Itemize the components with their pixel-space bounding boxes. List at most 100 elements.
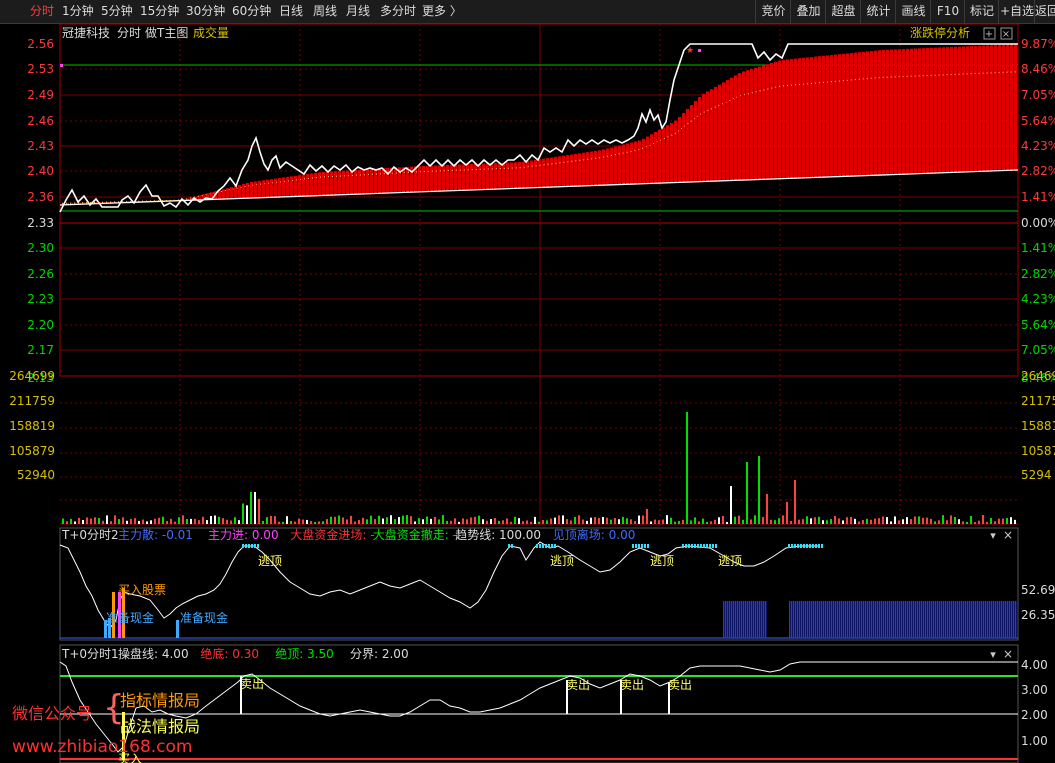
price-bar-105 xyxy=(482,163,485,190)
volume-bar-172 xyxy=(750,519,752,524)
price-bar-172 xyxy=(750,69,753,180)
volume-bar-37 xyxy=(210,515,212,524)
volume-bar-174 xyxy=(758,456,760,524)
panel2-marker-4-715 xyxy=(715,544,717,548)
price-bar-92 xyxy=(430,165,433,192)
volume-bar-210 xyxy=(902,519,904,524)
vol-right-label-1: 21175 xyxy=(1021,394,1055,408)
price-bar-142 xyxy=(630,142,633,185)
price-bar-80 xyxy=(382,168,385,194)
volume-bar-48 xyxy=(254,492,256,524)
vol-left-label-1: 211759 xyxy=(9,394,55,408)
volume-bar-191 xyxy=(826,520,828,524)
price-bar-173 xyxy=(754,67,757,180)
volume-bar-123 xyxy=(554,517,556,524)
panel2-block-b-60 xyxy=(909,601,911,638)
volume-bar-148 xyxy=(654,519,656,524)
price-bar-193 xyxy=(834,54,837,177)
volume-bar-132 xyxy=(590,517,592,524)
panel2-block-b-4 xyxy=(797,601,799,638)
panel2-block-b-25 xyxy=(839,601,841,638)
panel3-legend-2: 绝顶: 3.50 xyxy=(275,646,334,661)
volume-bar-121 xyxy=(546,520,548,524)
volume-bar-57 xyxy=(290,520,292,524)
price-bar-96 xyxy=(446,164,449,191)
volume-bar-202 xyxy=(870,519,872,524)
volume-bar-60 xyxy=(302,519,304,524)
panel2-block-b-56 xyxy=(901,601,903,638)
price-bar-125 xyxy=(562,155,565,187)
volume-bar-161 xyxy=(706,521,708,524)
panel2-block-b-44 xyxy=(877,601,879,638)
volume-bar-93 xyxy=(434,516,436,524)
price-bar-146 xyxy=(646,136,649,184)
volume-bar-118 xyxy=(534,516,536,524)
volume-bar-155 xyxy=(682,519,684,524)
price-bar-151 xyxy=(666,125,669,183)
price-bar-145 xyxy=(642,138,645,184)
pct-label-1: 8.46% xyxy=(1021,62,1055,76)
chart-stage[interactable]: 2.56 9.87% 2.53 8.46% 2.49 7.05% 2.46 5.64% 2.43… xyxy=(0,0,1055,763)
price-bar-210 xyxy=(902,49,905,175)
panel2-block-b-34 xyxy=(857,601,859,638)
panel2-block-b-102 xyxy=(993,601,995,638)
vol-right-label-3: 10587 xyxy=(1021,444,1055,458)
price-bar-220 xyxy=(942,47,945,173)
price-bar-237 xyxy=(1010,44,1013,171)
panel3-label-2: 卖出 xyxy=(620,678,644,692)
panel2-block-b-67 xyxy=(923,601,925,638)
volume-bar-21 xyxy=(146,521,148,524)
volume-bar-216 xyxy=(926,517,928,524)
volume-bar-201 xyxy=(866,518,868,524)
price-bar-75 xyxy=(362,169,365,194)
panel2-block-b-95 xyxy=(979,601,981,638)
volume-bar-234 xyxy=(998,518,1000,524)
volume-bar-173 xyxy=(754,515,756,524)
price-bar-113 xyxy=(514,162,517,189)
panel2-marker-5-812 xyxy=(812,544,814,548)
volume-bar-82 xyxy=(390,515,392,524)
panel2-block-b-66 xyxy=(921,601,923,638)
panel2-block-a-11 xyxy=(745,601,747,638)
volume-bar-97 xyxy=(450,520,452,524)
price-bar-181 xyxy=(786,59,789,179)
volume-bar-58 xyxy=(294,521,296,524)
volume-bar-176 xyxy=(766,494,768,524)
panel2-dropdown-icon: ▾ xyxy=(990,529,996,542)
panel2-marker-3-641 xyxy=(641,544,643,548)
volume-bar-204 xyxy=(878,518,880,524)
panel2-block-a-18 xyxy=(759,601,761,638)
volume-bar-212 xyxy=(910,519,912,524)
price-bar-229 xyxy=(978,45,981,172)
price-bar-109 xyxy=(498,162,501,189)
price-bar-46 xyxy=(246,183,249,199)
price-bar-136 xyxy=(606,148,609,186)
price-bar-50 xyxy=(262,180,265,198)
price-bar-58 xyxy=(294,175,297,197)
volume-bar-108 xyxy=(494,518,496,524)
price-bar-161 xyxy=(706,91,709,182)
vol-right-label-0: 26469 xyxy=(1021,369,1055,383)
panel2-block-b-78 xyxy=(945,601,947,638)
panel2-block-b-75 xyxy=(939,601,941,638)
panel2-block-b-79 xyxy=(947,601,949,638)
volume-bar-138 xyxy=(614,518,616,524)
volume-bar-236 xyxy=(1006,518,1008,524)
volume-bar-221 xyxy=(946,520,948,524)
panel2-marker-2-536 xyxy=(536,544,538,548)
price-label-2: 2.49 xyxy=(27,88,54,102)
price-bar-40 xyxy=(222,189,225,200)
panel2-block-b-1 xyxy=(791,601,793,638)
price-bar-62 xyxy=(310,173,313,196)
price-bar-139 xyxy=(618,145,621,185)
panel2-block-b-71 xyxy=(931,601,933,638)
panel2-marker-0-248 xyxy=(248,544,250,548)
price-bar-119 xyxy=(538,159,541,188)
price-bar-95 xyxy=(442,165,445,192)
volume-bar-35 xyxy=(202,516,204,524)
price-bar-115 xyxy=(522,161,525,189)
price-bar-177 xyxy=(770,63,773,180)
price-label-9: 2.26 xyxy=(27,267,54,281)
price-bar-99 xyxy=(458,164,461,191)
price-bar-179 xyxy=(778,60,781,179)
